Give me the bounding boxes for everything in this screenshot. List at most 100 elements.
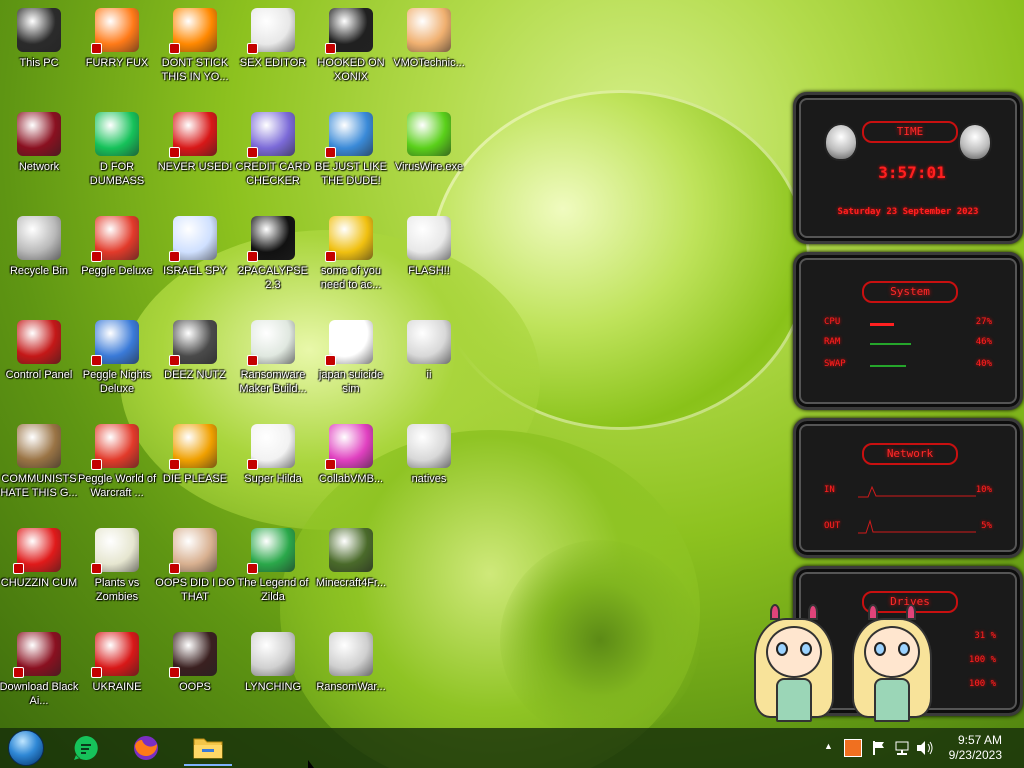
credit-card-icon xyxy=(247,112,295,158)
shortcut-arrow-icon xyxy=(169,459,180,470)
desktop-icon[interactable]: OOPS xyxy=(156,626,234,726)
shortcut-arrow-icon xyxy=(325,355,336,366)
desktop-icon[interactable]: Super Hilda xyxy=(234,418,312,518)
system-header: System xyxy=(862,281,958,303)
desktop-icon[interactable]: natives xyxy=(390,418,468,518)
system-usage-bar xyxy=(870,323,894,326)
desktop-icon[interactable]: CREDIT CARD CHECKER xyxy=(234,106,312,206)
desktop-icon[interactable]: COMMUNISTS HATE THIS G... xyxy=(0,418,78,518)
desktop-icon[interactable]: FLASH!! xyxy=(390,210,468,310)
clock-date: 9/23/2023 xyxy=(948,748,1002,762)
desktop-icon[interactable]: Plants vs Zombies xyxy=(78,522,156,622)
system-row-label: CPU xyxy=(824,317,841,327)
flag-icon[interactable] xyxy=(872,740,886,756)
desktop-icon[interactable]: DEEZ NUTZ xyxy=(156,314,234,414)
desktop-icon-label: Ransomware Maker Build... xyxy=(239,369,307,395)
desktop-icon[interactable]: SEX EDITOR xyxy=(234,2,312,102)
time-date: Saturday 23 September 2023 xyxy=(837,207,979,217)
desktop-icon[interactable]: LYNCHING xyxy=(234,626,312,726)
time-panel: TIME 3:57:01 Saturday 23 September 2023 xyxy=(793,92,1023,244)
peggle-nights-icon xyxy=(91,320,139,366)
desktop-icon[interactable]: ISRAEL SPY xyxy=(156,210,234,310)
system-row-label: RAM xyxy=(824,337,841,347)
desktop-icon[interactable]: BE JUST LIKE THE DUDE! xyxy=(312,106,390,206)
desktop-icon[interactable]: Recycle Bin xyxy=(0,210,78,310)
doctor-icon xyxy=(407,8,451,52)
desktop-icon[interactable]: This PC xyxy=(0,2,78,102)
desktop-icon[interactable]: ii xyxy=(390,314,468,414)
desktop-icon[interactable]: The Legend of Zilda xyxy=(234,522,312,622)
network-panel: Network IN 10% OUT 5% xyxy=(793,418,1023,558)
desktop-icon[interactable]: FURRY FUX xyxy=(78,2,156,102)
start-button[interactable] xyxy=(2,730,50,766)
desktop-icon[interactable]: Network xyxy=(0,106,78,206)
desktop-icon[interactable]: Download Black Ai... xyxy=(0,626,78,726)
time-clock: 3:57:01 xyxy=(878,163,946,182)
system-usage-bar xyxy=(870,343,911,345)
desktop-icon-label: Peggle Deluxe xyxy=(81,265,153,277)
taskbar-file-explorer[interactable] xyxy=(184,730,232,766)
desktop-icon[interactable]: CollabVMB... xyxy=(312,418,390,518)
control-panel-icon xyxy=(17,320,61,364)
shortcut-arrow-icon xyxy=(325,459,336,470)
alien-icon xyxy=(958,123,992,161)
desktop-icon-label: Peggle World of Warcraft ... xyxy=(77,473,157,499)
character-sprite[interactable] xyxy=(754,598,834,724)
desktop-icon-label: CHUZZIN CUM xyxy=(0,577,78,589)
tray-chevron-icon[interactable]: ▲ xyxy=(824,741,833,751)
desktop-icon[interactable]: DIE PLEASE xyxy=(156,418,234,518)
desktop-icon[interactable]: some of you need to ac... xyxy=(312,210,390,310)
chuzzle-icon xyxy=(13,528,61,574)
shortcut-arrow-icon xyxy=(91,355,102,366)
shortcut-arrow-icon xyxy=(247,43,258,54)
desktop-icon[interactable]: UKRAINE xyxy=(78,626,156,726)
desktop-icon-label: RansomWar... xyxy=(316,681,386,693)
chat-app-icon xyxy=(74,736,98,760)
taskbar-clock[interactable]: 9:57 AM 9/23/2023 xyxy=(949,733,1002,763)
desktop-icon[interactable]: Peggle Nights Deluxe xyxy=(78,314,156,414)
wallpaper-leaf-center xyxy=(500,540,700,740)
desktop-icon[interactable]: NEVER USED! xyxy=(156,106,234,206)
desktop-icon[interactable]: japan suicide sim xyxy=(312,314,390,414)
network-tray-icon[interactable] xyxy=(894,740,910,756)
taskbar-firefox[interactable] xyxy=(122,730,170,766)
desktop-icon[interactable]: VirusWire.exe xyxy=(390,106,468,206)
desktop-icon-label: CREDIT CARD CHECKER xyxy=(235,161,311,187)
skull-icon xyxy=(329,632,373,676)
desktop-icon-label: japan suicide sim xyxy=(318,369,384,395)
desktop-icon-label: Control Panel xyxy=(5,369,73,381)
desktop-icon[interactable]: VMOTechnic... xyxy=(390,2,468,102)
white-doc-icon xyxy=(325,320,373,366)
shortcut-arrow-icon xyxy=(169,355,180,366)
desktop-icon-label: Network xyxy=(18,161,60,173)
desktop-icon-label: BE JUST LIKE THE DUDE! xyxy=(315,161,387,187)
desktop-icon[interactable]: DONT STICK THIS IN YO... xyxy=(156,2,234,102)
desktop-icon-label: OOPS xyxy=(179,681,211,693)
stacked-windows-icon xyxy=(169,320,217,366)
desktop-icon[interactable]: Minecraft4Fr... xyxy=(312,522,390,622)
desktop-icon-label: NEVER USED! xyxy=(157,161,233,173)
desktop-icon[interactable]: OOPS DID I DO THAT xyxy=(155,522,235,622)
network-out-value: 5% xyxy=(981,521,992,531)
desktop-icon[interactable]: CHUZZIN CUM xyxy=(0,522,78,622)
desktop-icon[interactable]: Peggle Deluxe xyxy=(78,210,156,310)
volume-icon[interactable] xyxy=(916,740,934,756)
desktop-icon-label: SEX EDITOR xyxy=(239,57,307,69)
system-usage-bar xyxy=(870,365,906,367)
desktop-icon[interactable]: RansomWar... xyxy=(312,626,390,726)
desktop-icon-label: natives xyxy=(411,473,447,485)
desktop-icon[interactable]: 2PACALYPSE 2.3 xyxy=(234,210,312,310)
desktop-icon[interactable]: Ransomware Maker Build... xyxy=(234,314,312,414)
grass-block-icon xyxy=(329,528,373,572)
desktop-icon[interactable]: D FOR DUMBASS xyxy=(78,106,156,206)
taskbar-chat-app[interactable] xyxy=(62,730,110,766)
desktop-icon[interactable]: HOOKED ON XONIX xyxy=(312,2,390,102)
tray-app-icon[interactable] xyxy=(844,739,862,757)
dark-box-icon xyxy=(169,632,217,678)
desktop-icon[interactable]: Control Panel xyxy=(0,314,78,414)
character-sprite[interactable] xyxy=(852,598,932,724)
desktop-icon[interactable]: Peggle World of Warcraft ... xyxy=(78,418,156,518)
system-row-value: 46% xyxy=(975,337,992,347)
pixel-dog-icon xyxy=(247,424,295,470)
desktop-icon-label: HOOKED ON XONIX xyxy=(317,57,385,83)
